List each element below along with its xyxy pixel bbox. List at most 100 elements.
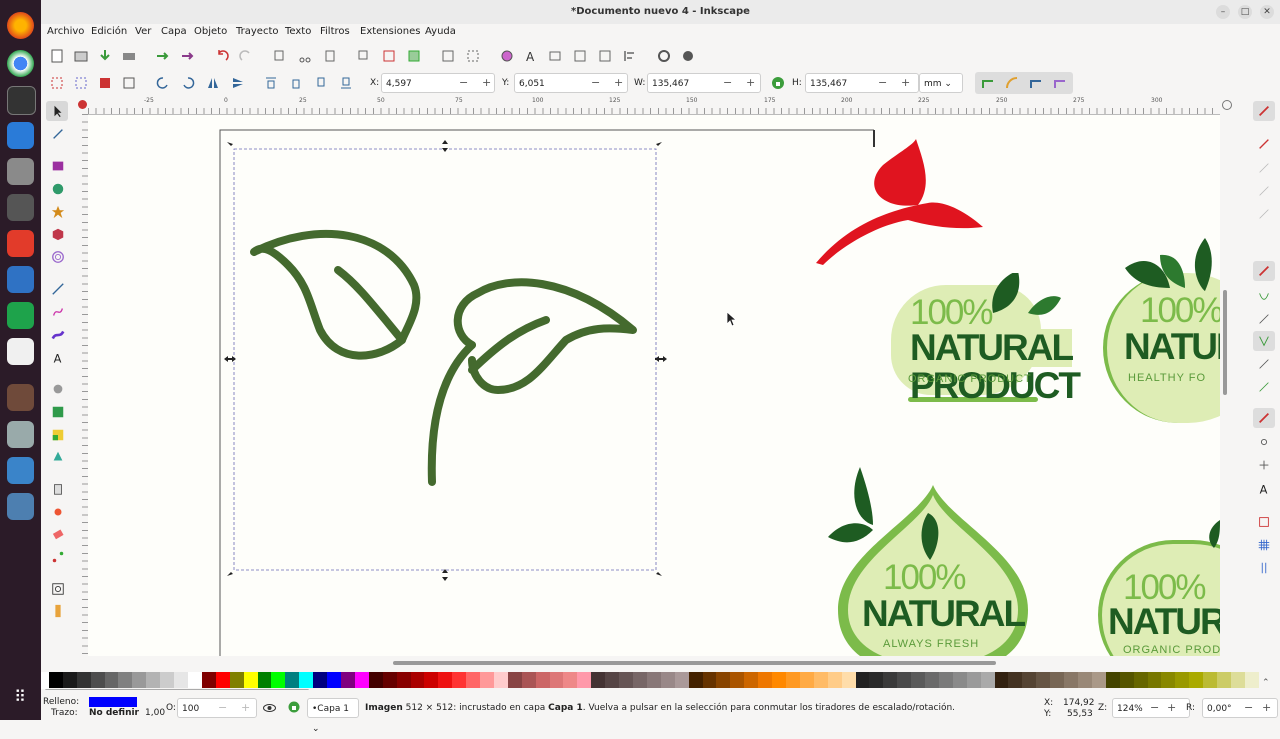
palette-swatch[interactable] — [1175, 672, 1190, 688]
apps-grid-icon[interactable]: ⠿ — [11, 688, 29, 706]
scale-corners-icon[interactable] — [1004, 75, 1020, 91]
menu-capa[interactable]: Capa — [161, 26, 187, 37]
writer-icon[interactable] — [7, 266, 34, 293]
palette-swatch[interactable] — [354, 672, 369, 688]
palette-swatch[interactable] — [188, 672, 202, 688]
touch-select-icon[interactable] — [121, 75, 137, 91]
palette-swatch[interactable] — [1133, 672, 1148, 688]
document-properties-icon[interactable] — [680, 48, 696, 64]
close-icon[interactable]: ✕ — [1260, 5, 1274, 19]
move-patterns-icon[interactable] — [1052, 75, 1068, 91]
opacity-decrement-button[interactable]: − — [218, 698, 227, 718]
w-input[interactable]: 135,467 — [647, 73, 761, 93]
palette-swatch[interactable] — [1036, 672, 1051, 688]
inkscape-icon[interactable] — [7, 194, 34, 221]
palette-swatch[interactable] — [911, 672, 926, 688]
snap-nodes-toggle[interactable] — [1253, 261, 1275, 281]
duplicate-icon[interactable] — [356, 48, 372, 64]
palette-swatch[interactable] — [313, 672, 328, 688]
menu-objeto[interactable]: Objeto — [194, 26, 227, 37]
preferences-icon[interactable] — [656, 48, 672, 64]
snap-toggle[interactable] — [1253, 101, 1275, 121]
palette-swatch[interactable] — [257, 672, 272, 688]
eraser-tool-icon[interactable] — [51, 527, 65, 541]
group-icon[interactable] — [440, 48, 456, 64]
palette-swatch[interactable] — [1078, 672, 1092, 688]
tweak-tool-icon[interactable] — [51, 482, 65, 496]
copy-icon[interactable] — [272, 48, 288, 64]
snap-grid-icon[interactable] — [1257, 538, 1271, 552]
deselect-icon[interactable] — [97, 75, 113, 91]
objects-icon[interactable] — [597, 48, 613, 64]
palette-swatch[interactable] — [1189, 672, 1204, 688]
palette-swatch[interactable] — [229, 672, 244, 688]
y-decrement-button[interactable]: − — [591, 73, 600, 93]
palette-swatch[interactable] — [1022, 672, 1037, 688]
menu-texto[interactable]: Texto — [285, 26, 311, 37]
zoom-increment-button[interactable]: + — [1167, 698, 1176, 718]
terminal-icon[interactable] — [7, 86, 36, 115]
palette-swatch[interactable] — [76, 672, 91, 688]
h-increment-button[interactable]: + — [901, 73, 910, 93]
connector-tool-icon[interactable] — [51, 505, 65, 519]
selector-tool-icon[interactable] — [51, 104, 65, 118]
ellipse-tool-icon[interactable] — [51, 182, 65, 196]
text-tool-icon[interactable]: A — [51, 350, 65, 364]
palette-swatch[interactable] — [466, 672, 481, 688]
snap-guide-icon[interactable] — [1257, 561, 1271, 575]
menu-filtros[interactable]: Filtros — [320, 26, 350, 37]
rotate-ccw-icon[interactable] — [155, 75, 171, 91]
palette-swatch[interactable] — [1230, 672, 1245, 688]
palette-swatch[interactable] — [327, 672, 341, 688]
maximize-icon[interactable]: □ — [1238, 5, 1252, 19]
palette-swatch[interactable] — [730, 672, 745, 688]
gradient-tool-icon[interactable] — [51, 428, 65, 442]
snap-path-icon[interactable] — [1257, 289, 1271, 303]
palette-swatch[interactable] — [62, 672, 77, 688]
cut-icon[interactable] — [297, 48, 313, 64]
palette-swatch[interactable] — [855, 672, 870, 688]
y-increment-button[interactable]: + — [614, 73, 623, 93]
spiral-tool-icon[interactable] — [51, 250, 65, 264]
y-input[interactable]: 6,051 — [514, 73, 628, 93]
palette-swatch[interactable] — [1147, 672, 1162, 688]
palette-swatch[interactable] — [841, 672, 856, 688]
lock-guides-icon[interactable] — [78, 100, 87, 109]
fill-swatch[interactable] — [89, 697, 137, 707]
palette-swatch[interactable] — [1105, 672, 1120, 688]
clone-icon[interactable] — [381, 48, 397, 64]
palette-swatch[interactable] — [118, 672, 133, 688]
opacity-increment-button[interactable]: + — [241, 698, 250, 718]
scale-stroke-icon[interactable] — [980, 75, 996, 91]
palette-swatch[interactable] — [952, 672, 967, 688]
node-tool-icon[interactable] — [51, 127, 65, 141]
snap-bbox-corner-icon[interactable] — [1257, 184, 1271, 198]
palette-swatch[interactable] — [646, 672, 661, 688]
snap-intersection-icon[interactable] — [1257, 312, 1271, 326]
export-icon[interactable] — [180, 48, 196, 64]
palette-swatch[interactable] — [104, 672, 119, 688]
palette-swatch[interactable] — [410, 672, 425, 688]
palette-swatch[interactable] — [285, 672, 300, 688]
lower-icon[interactable] — [313, 75, 329, 91]
palette-swatch[interactable] — [215, 672, 230, 688]
redo-icon[interactable] — [238, 48, 254, 64]
palette-swatch[interactable] — [716, 672, 731, 688]
menu-ayuda[interactable]: Ayuda — [425, 26, 456, 37]
palette-menu-icon[interactable]: ⌃ — [1262, 678, 1270, 688]
align-distribute-icon[interactable] — [622, 48, 638, 64]
palette-swatch[interactable] — [813, 672, 828, 688]
palette-swatch[interactable] — [132, 672, 147, 688]
menu-archivo[interactable]: Archivo — [47, 26, 84, 37]
snap-text-baseline-icon[interactable]: A — [1257, 481, 1271, 495]
palette-swatch[interactable] — [785, 672, 800, 688]
palette-swatch[interactable] — [146, 672, 161, 688]
move-gradients-icon[interactable] — [1028, 75, 1044, 91]
lower-to-bottom-icon[interactable] — [338, 75, 354, 91]
search-app-icon[interactable] — [7, 421, 34, 448]
select-all-icon[interactable] — [49, 75, 65, 91]
menu-trayecto[interactable]: Trayecto — [236, 26, 279, 37]
rotation-increment-button[interactable]: + — [1262, 698, 1271, 718]
snap-page-icon[interactable] — [1257, 515, 1271, 529]
flip-horizontal-icon[interactable] — [205, 75, 221, 91]
